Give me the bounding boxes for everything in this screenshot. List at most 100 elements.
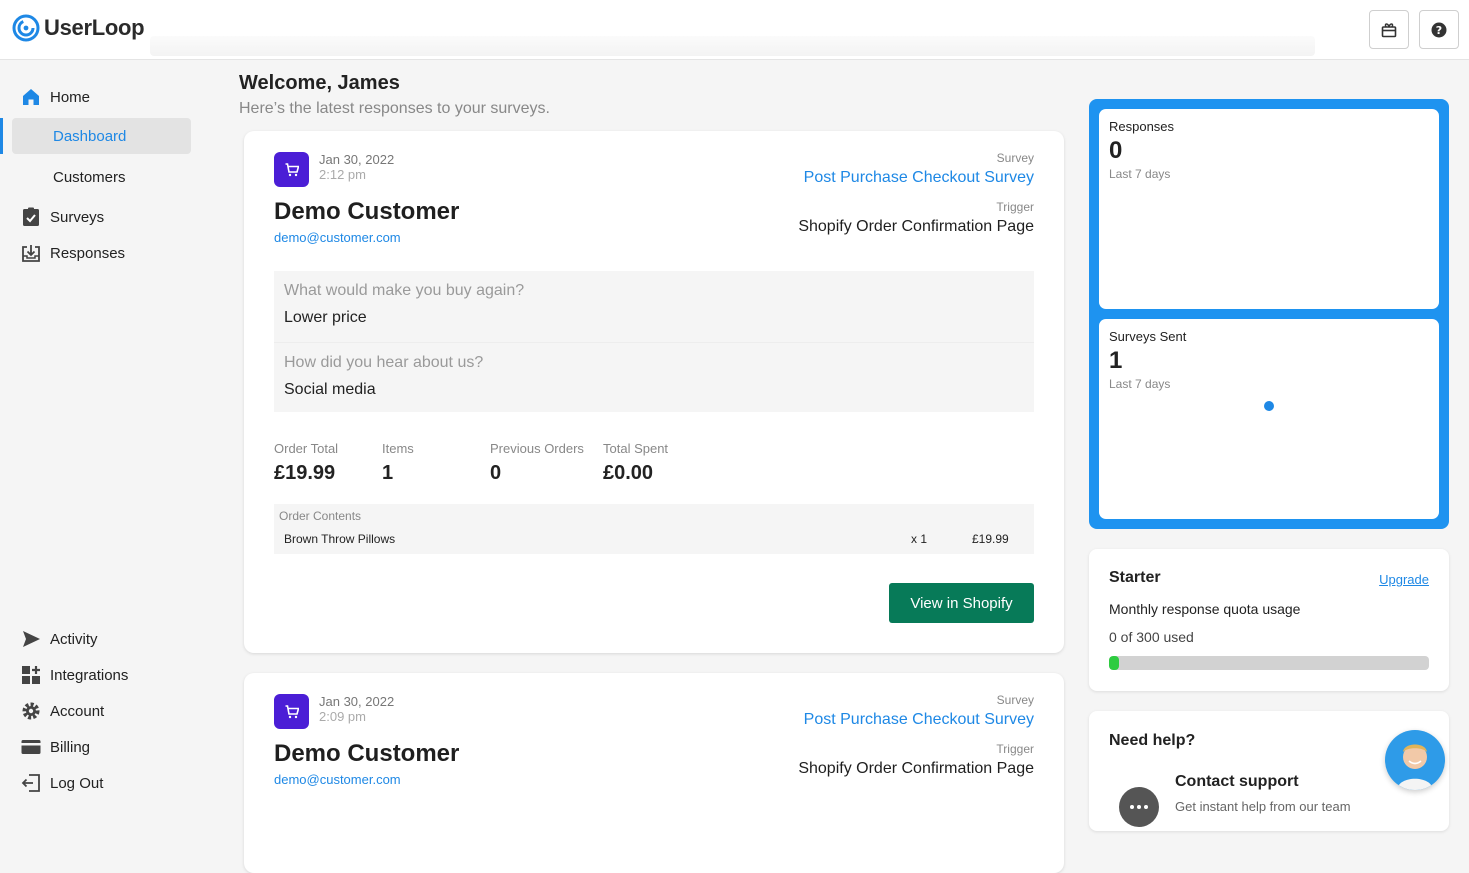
gift-button[interactable] [1369, 10, 1409, 49]
sidebar-item-responses[interactable]: Responses [20, 238, 125, 268]
answer-text: Social media [284, 381, 376, 398]
sidebar-item-label: Log Out [50, 774, 104, 792]
order-item-price: £19.99 [972, 532, 1009, 546]
stat-card-value: 0 [1109, 137, 1123, 164]
sidebar: Home Dashboard Customers Surveys Respons… [0, 60, 210, 809]
chat-icon [1119, 787, 1159, 827]
sidebar-item-label: Activity [50, 630, 98, 648]
order-item-qty: x 1 [911, 532, 928, 546]
stat-label: Items [382, 441, 414, 456]
stat-card-period: Last 7 days [1109, 167, 1171, 181]
stat-items: Items 1 [382, 441, 414, 485]
sidebar-item-dashboard[interactable]: Dashboard [53, 128, 126, 145]
order-contents: Order Contents Brown Throw Pillows x 1 £… [274, 504, 1034, 554]
responses-stat-card: Responses 0 Last 7 days [1099, 109, 1439, 309]
sidebar-item-label: Account [50, 702, 105, 720]
logout-icon [20, 772, 42, 794]
sidebar-item-integrations[interactable]: Integrations [20, 660, 128, 690]
trigger-value: Shopify Order Confirmation Page [798, 760, 1034, 777]
response-card: Jan 30, 2022 2:12 pm Demo Customer demo@… [244, 131, 1064, 653]
question-text: How did you hear about us? [284, 354, 484, 371]
sparkline-point [1264, 401, 1274, 411]
trigger-label: Trigger [996, 742, 1034, 756]
send-icon [20, 628, 42, 650]
stat-value: £19.99 [274, 462, 336, 484]
stat-card-value: 1 [1109, 347, 1123, 374]
sidebar-item-surveys[interactable]: Surveys [20, 202, 104, 232]
shopping-cart-icon [285, 162, 299, 176]
header-search-area [150, 36, 1315, 56]
top-header: UserLoop ? [0, 0, 1469, 60]
survey-label: Survey [996, 151, 1034, 165]
surveys-sent-stat-card: Surveys Sent 1 Last 7 days [1099, 319, 1439, 519]
quota-progress-bar [1109, 656, 1429, 670]
plan-usage-card: Starter Upgrade Monthly response quota u… [1089, 549, 1449, 691]
sidebar-item-billing[interactable]: Billing [20, 732, 90, 762]
stat-value: 1 [382, 462, 394, 484]
credit-card-icon [20, 736, 42, 758]
person-icon [1397, 744, 1433, 790]
gift-icon [1381, 22, 1397, 37]
quota-progress-fill [1109, 656, 1119, 670]
page-title: Welcome, James [239, 72, 400, 94]
answer-text: Lower price [284, 309, 367, 326]
customer-name[interactable]: Demo Customer [274, 740, 459, 768]
sidebar-item-label: Home [50, 88, 91, 106]
sidebar-item-label: Responses [50, 244, 126, 262]
sidebar-item-customers[interactable]: Customers [53, 169, 126, 186]
order-item-name: Brown Throw Pillows [284, 532, 396, 546]
customer-name[interactable]: Demo Customer [274, 198, 459, 226]
svg-text:?: ? [1436, 24, 1442, 37]
response-date: Jan 30, 2022 [319, 152, 395, 167]
sidebar-item-label: Billing [50, 738, 91, 756]
stat-label: Total Spent [603, 441, 669, 456]
grid-plus-icon [20, 664, 42, 686]
stat-previous-orders: Previous Orders 0 [490, 441, 584, 485]
customer-email[interactable]: demo@customer.com [274, 772, 401, 787]
survey-link[interactable]: Post Purchase Checkout Survey [804, 169, 1034, 187]
contact-support-description: Get instant help from our team [1175, 799, 1351, 814]
upgrade-link[interactable]: Upgrade [1379, 572, 1429, 587]
sidebar-item-logout[interactable]: Log Out [20, 768, 103, 798]
sidebar-item-home[interactable]: Home [20, 82, 90, 112]
clipboard-check-icon [20, 206, 42, 228]
stat-card-title: Surveys Sent [1109, 329, 1187, 344]
response-time: 2:09 pm [319, 709, 366, 724]
survey-label: Survey [996, 693, 1034, 707]
response-time: 2:12 pm [319, 167, 366, 182]
app-name: UserLoop [44, 15, 145, 40]
stat-label: Previous Orders [490, 441, 584, 456]
plan-usage-text: 0 of 300 used [1109, 629, 1194, 645]
trigger-label: Trigger [996, 200, 1034, 214]
help-button[interactable]: ? [1419, 10, 1459, 49]
stat-total-spent: Total Spent £0.00 [603, 441, 668, 485]
order-contents-label: Order Contents [279, 509, 362, 523]
shopping-cart-icon [285, 704, 299, 718]
cart-badge [274, 152, 309, 187]
stat-value: 0 [490, 462, 502, 484]
userloop-logo-icon [12, 14, 40, 42]
help-title: Need help? [1109, 732, 1196, 749]
page-subtitle: Here’s the latest responses to your surv… [239, 100, 550, 117]
sidebar-item-activity[interactable]: Activity [20, 624, 98, 654]
nav-active-indicator [0, 118, 3, 154]
home-icon [20, 86, 42, 108]
stat-card-period: Last 7 days [1109, 377, 1171, 391]
app-logo[interactable]: UserLoop [12, 14, 145, 42]
survey-link[interactable]: Post Purchase Checkout Survey [804, 711, 1034, 729]
stat-value: £0.00 [603, 462, 654, 484]
answers-panel: What would make you buy again? Lower pri… [274, 271, 1034, 412]
answer-item: How did you hear about us? Social media [274, 342, 1034, 412]
view-in-shopify-button[interactable]: View in Shopify [889, 583, 1034, 623]
sidebar-item-label: Integrations [50, 666, 129, 684]
customer-email[interactable]: demo@customer.com [274, 230, 401, 245]
contact-support-title[interactable]: Contact support [1175, 773, 1299, 791]
help-icon: ? [1431, 22, 1447, 37]
sidebar-item-account[interactable]: Account [20, 696, 104, 726]
stat-label: Order Total [274, 441, 339, 456]
support-agent-avatar[interactable] [1385, 730, 1445, 790]
cart-badge [274, 694, 309, 729]
plan-description: Monthly response quota usage [1109, 601, 1301, 617]
response-card: Jan 30, 2022 2:09 pm Demo Customer demo@… [244, 673, 1064, 873]
stat-order-total: Order Total £19.99 [274, 441, 338, 485]
